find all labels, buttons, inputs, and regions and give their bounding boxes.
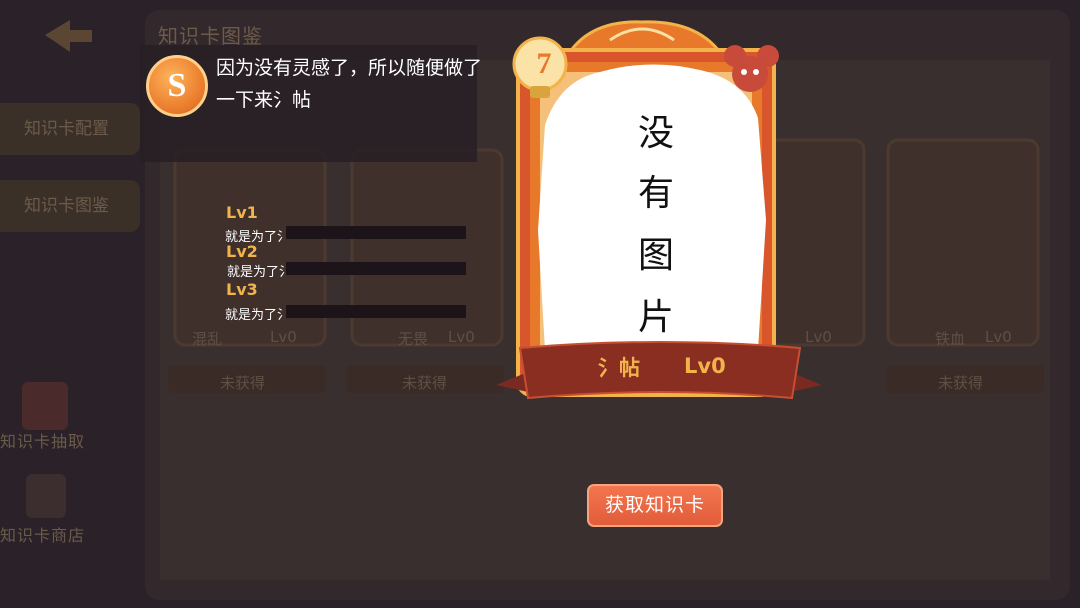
bg-card-level: Lv0	[270, 328, 297, 346]
bg-card-name: 混乱	[192, 330, 223, 348]
sidebar-button-config[interactable]: 知识卡配置	[0, 103, 140, 155]
placeholder-char: 图	[637, 235, 674, 276]
bg-card-status: 未获得	[220, 374, 266, 392]
currency-coin-icon: S	[146, 55, 208, 117]
bg-card-level: Lv0	[448, 328, 475, 346]
bg-card-status: 未获得	[938, 374, 984, 392]
level-2-text: 就是为了氵	[227, 265, 293, 280]
bg-card-status: 未获得	[402, 374, 448, 392]
sidebar-button-collection[interactable]: 知识卡图鉴	[0, 180, 140, 232]
card-level: Lv0	[684, 354, 726, 378]
card-description: 因为没有灵感了，所以随便做了一下来氵帖	[216, 57, 483, 111]
level-3-bar	[286, 305, 466, 318]
bg-card-level: Lv0	[985, 328, 1012, 346]
level-2-label: Lv2	[226, 242, 258, 261]
card-name: 氵帖	[598, 356, 640, 380]
level-2-bar	[286, 262, 466, 275]
sidebar-shop-label[interactable]: 知识卡商店	[0, 522, 85, 546]
bg-card-name: 无畏	[398, 330, 429, 348]
sidebar-draw-label[interactable]: 知识卡抽取	[0, 428, 85, 452]
placeholder-char: 片	[637, 297, 674, 338]
bg-card-name: 铁血	[935, 330, 966, 348]
level-1-bar	[286, 226, 466, 239]
level-3-text: 就是为了氵	[225, 308, 291, 323]
level-1-label: Lv1	[226, 203, 258, 222]
placeholder-char: 有	[637, 173, 674, 214]
get-card-button[interactable]: 获取知识卡	[587, 484, 723, 527]
placeholder-char: 没	[637, 113, 674, 154]
card-cost: 7	[536, 47, 552, 80]
level-3-label: Lv3	[226, 280, 258, 299]
